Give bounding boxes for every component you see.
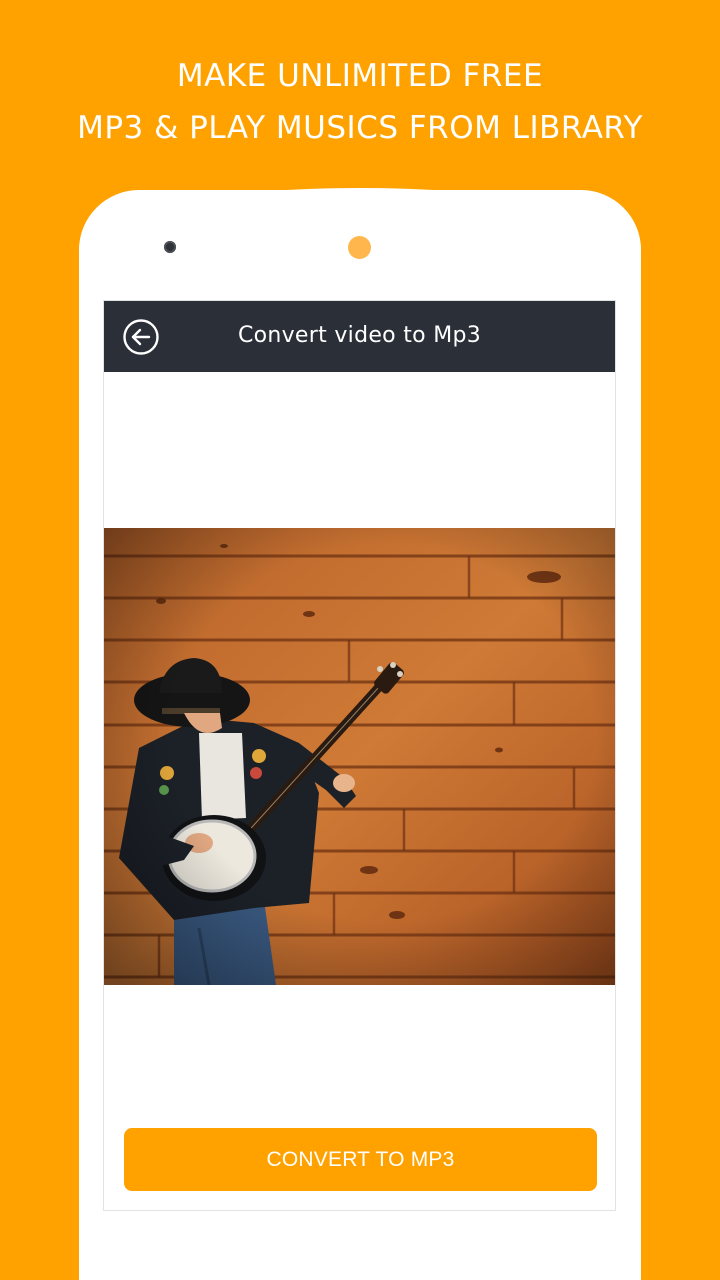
promo-headline: MAKE UNLIMITED FREE MP3 & PLAY MUSICS FR… (0, 50, 720, 154)
video-thumbnail-image (104, 528, 615, 985)
app-screen: Convert video to Mp3 CONVERT TO MP3 (103, 300, 616, 1211)
back-button[interactable] (122, 318, 160, 356)
promo-headline-line1: MAKE UNLIMITED FREE (176, 58, 544, 94)
arrow-left-circle-icon (123, 319, 159, 355)
phone-camera (164, 241, 176, 253)
promo-headline-line2: MP3 & PLAY MUSICS FROM LIBRARY (77, 110, 643, 146)
toolbar-title: Convert video to Mp3 (237, 323, 482, 348)
promo-screen: MAKE UNLIMITED FREE MP3 & PLAY MUSICS FR… (0, 0, 720, 1280)
phone-sensor (348, 236, 371, 259)
app-toolbar: Convert video to Mp3 (104, 301, 615, 372)
video-thumbnail[interactable] (104, 528, 615, 985)
convert-to-mp3-button[interactable]: CONVERT TO MP3 (124, 1128, 597, 1191)
